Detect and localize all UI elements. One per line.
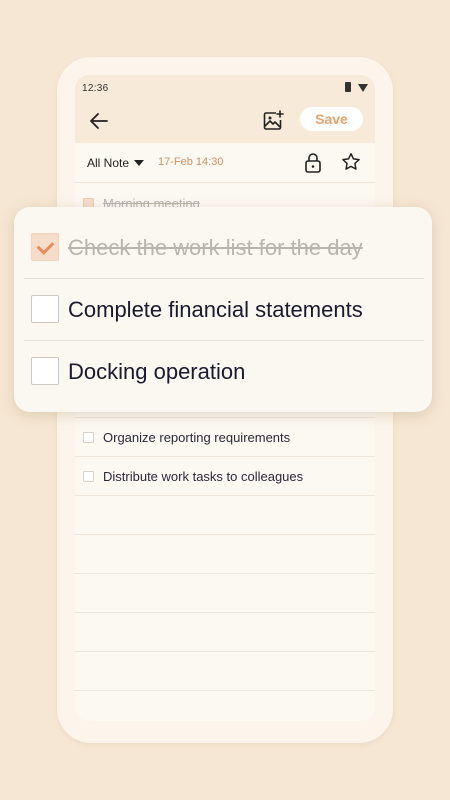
checkbox[interactable] [83,432,94,443]
folder-selector[interactable]: All Note [87,156,145,170]
insert-image-icon[interactable] [261,109,285,133]
battery-icon [345,82,351,92]
list-item[interactable]: Organize reporting requirements [75,418,375,457]
list-item-text: Distribute work tasks to colleagues [103,469,304,484]
blank-line [75,652,375,691]
checklist-item[interactable]: Complete financial statements [24,279,424,341]
signal-icon [358,84,368,92]
lock-icon[interactable] [303,152,323,174]
checklist-item-text: Complete financial statements [68,297,363,322]
list-item-text: Organize reporting requirements [103,430,291,445]
checklist-item-text: Check the work list for the day [68,235,363,260]
checklist-item-text: Docking operation [68,359,246,384]
blank-line [75,496,375,535]
checkbox-checked[interactable] [31,233,59,261]
status-bar: 12:36 [75,75,375,101]
blank-line [75,613,375,652]
checklist-item[interactable]: Docking operation [24,341,424,403]
star-icon[interactable] [340,151,362,173]
checkbox[interactable] [31,357,59,385]
folder-label: All Note [87,156,130,170]
note-meta-row: All Note 17-Feb 14:30 [75,143,375,183]
dropdown-triangle-icon [134,160,145,166]
blank-line [75,535,375,574]
blank-line [75,574,375,613]
top-toolbar: Save [75,101,375,143]
checkbox[interactable] [83,471,94,482]
note-date: 17-Feb 14:30 [158,156,224,168]
zoomed-checklist-card: Check the work list for the day Complete… [14,207,432,412]
checklist-item[interactable]: Check the work list for the day [24,217,424,279]
list-item[interactable]: Distribute work tasks to colleagues [75,457,375,496]
save-button[interactable]: Save [300,107,363,131]
checkbox[interactable] [31,295,59,323]
back-arrow-icon[interactable] [87,109,111,133]
status-time: 12:36 [82,83,109,94]
